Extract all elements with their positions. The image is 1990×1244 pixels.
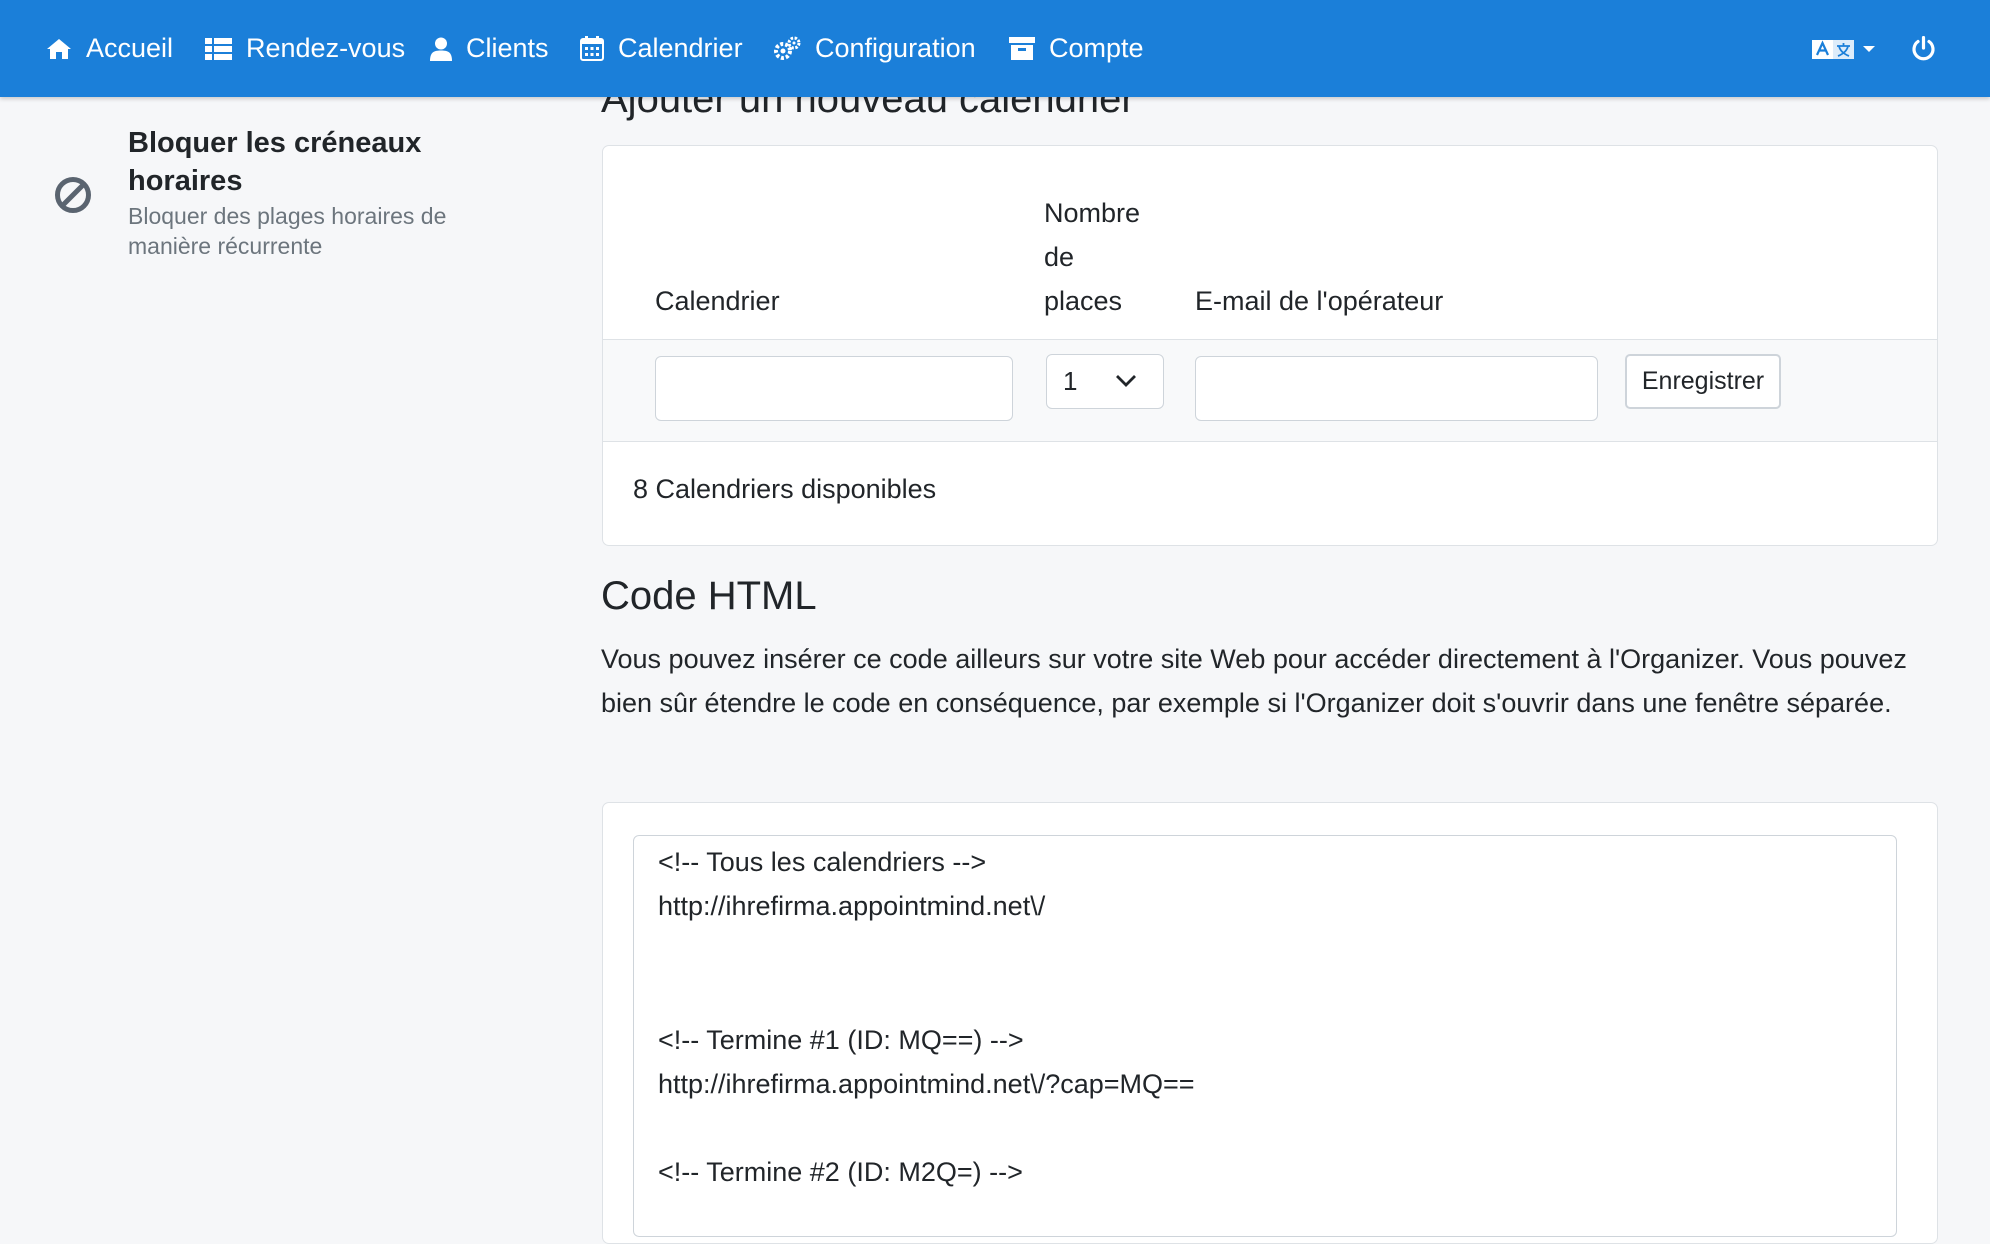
nav-calendrier[interactable]: Calendrier [580,0,743,97]
operator-email-input[interactable] [1195,356,1598,421]
archive-icon [1009,37,1035,60]
code-line: http://ihrefirma.appointmind.net\/ [658,891,1046,921]
nav-accueil-label: Accueil [86,33,174,63]
nav-accueil[interactable]: Accueil [46,0,173,97]
nav-clients-label: Clients [466,33,549,63]
column-header-calendar: Calendrier [655,286,780,316]
gears-icon [774,36,801,60]
nav-compte-label: Compte [1049,33,1144,63]
home-icon [47,38,71,59]
nav-rendez-vous[interactable]: Rendez-vous [205,0,405,97]
code-line: http://ihrefirma.appointmind.net\/?cap=M… [658,1069,1195,1099]
code-html-description: Vous pouvez insérer ce code ailleurs sur… [601,644,1907,718]
code-card: <!-- Tous les calendriers --> http://ihr… [602,802,1938,1244]
logout-button[interactable] [1911,0,1936,97]
calendar-name-input[interactable] [655,356,1013,421]
chevron-down-icon [1116,375,1136,387]
nav-compte[interactable]: Compte [1009,0,1144,97]
sidebar-item-title: Bloquer les créneaux horaires [128,127,422,197]
code-line: <!-- Termine #2 (ID: M2Q=) --> [658,1157,1023,1187]
code-line: <!-- Tous les calendriers --> [658,847,987,877]
calendar-icon [580,36,604,61]
column-header-places: Nombre de places [1044,198,1141,316]
user-icon [430,37,452,61]
places-select-value: 1 [1063,366,1078,396]
list-icon [205,37,232,60]
nav-calendrier-label: Calendrier [618,33,743,63]
ban-icon [55,177,91,213]
nav-configuration[interactable]: Configuration [773,0,976,97]
nav-configuration-label: Configuration [815,33,976,63]
translate-icon [1812,39,1854,59]
caret-down-icon [1863,45,1875,52]
nav-clients[interactable]: Clients [430,0,549,97]
add-calendar-card: Calendrier Nombre de places E-mail de l'… [602,145,1938,546]
code-line: <!-- Termine #1 (ID: MQ==) --> [658,1025,1024,1055]
code-html-heading: Code HTML [601,574,817,618]
power-icon [1912,35,1935,60]
nav-rendez-vous-label: Rendez-vous [246,33,406,63]
language-dropdown[interactable] [1812,0,1876,97]
save-button[interactable]: Enregistrer [1625,354,1781,409]
calendars-available-count: 8 Calendriers disponibles [633,474,937,504]
places-select[interactable]: 1 [1046,354,1164,409]
top-navbar: Accueil Rendez-vous Clients Calendrier C… [0,0,1990,97]
sidebar-item-description: Bloquer des plages horaires de manière r… [128,203,447,259]
column-header-email: E-mail de l'opérateur [1195,286,1444,316]
html-code-textarea[interactable]: <!-- Tous les calendriers --> http://ihr… [633,835,1897,1237]
